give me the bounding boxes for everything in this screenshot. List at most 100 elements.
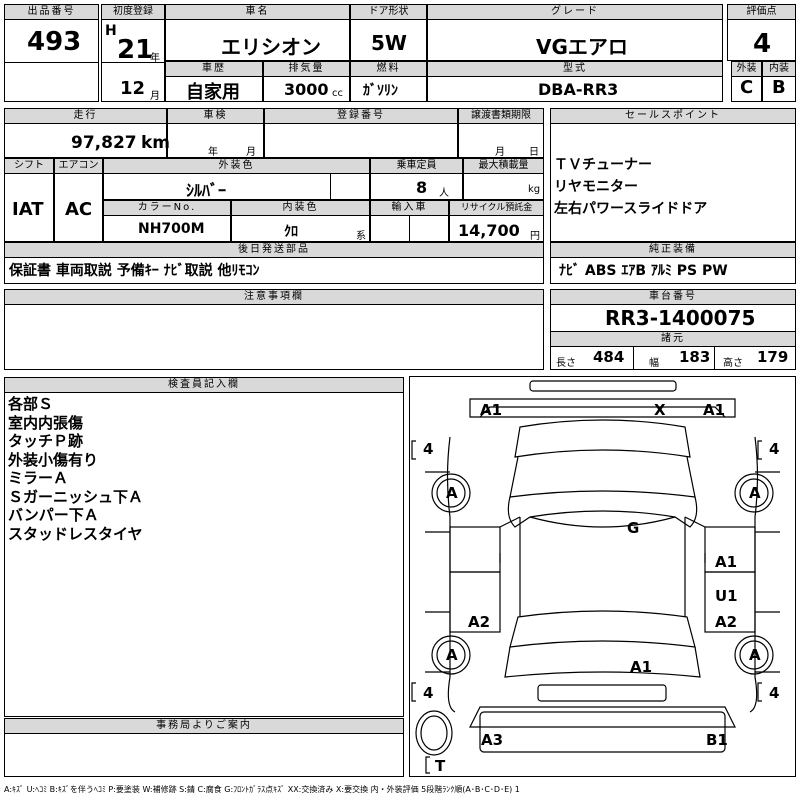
month-unit: 月 bbox=[150, 91, 160, 102]
shift: IAT bbox=[12, 199, 44, 220]
recycle-deposit: 14,700 bbox=[458, 221, 520, 240]
damage-mark: A2 bbox=[468, 613, 491, 631]
tire-tread-mark: 4 bbox=[769, 684, 780, 702]
load-cell: 最大積載量 kg bbox=[463, 158, 544, 200]
later-parts-cell: 後日発送部品 保証書 車両取説 予備ｷｰ ﾅﾋﾞ取説 他ﾘﾓｺﾝ bbox=[4, 242, 544, 284]
height-label: 高さ bbox=[723, 358, 743, 369]
load-unit: kg bbox=[528, 184, 541, 195]
transfer-month-unit: 月 bbox=[495, 147, 505, 158]
reg-year: 21 bbox=[117, 35, 154, 65]
inspector-line: タッチＰ跡 bbox=[8, 432, 84, 450]
damage-mark: A bbox=[749, 484, 761, 502]
damage-mark: A1 bbox=[703, 401, 726, 419]
inspector-line: バンパー下Ａ bbox=[8, 506, 99, 524]
length: 484 bbox=[593, 348, 625, 366]
lot-number-label: 出品番号 bbox=[5, 5, 98, 20]
inspection-cell: 車検 年 月 bbox=[167, 108, 264, 158]
height: 179 bbox=[757, 348, 789, 366]
mileage-unit: km bbox=[141, 133, 171, 153]
tire-tread-mark: 4 bbox=[423, 440, 434, 458]
inspector-line: Ｓガーニッシュ下Ａ bbox=[8, 487, 144, 506]
mileage-label: 走行 bbox=[5, 109, 166, 124]
damage-mark: A bbox=[749, 646, 761, 664]
inspector-line: 各部Ｓ bbox=[8, 395, 54, 413]
width: 183 bbox=[679, 348, 711, 366]
first-registration-label: 初度登録 bbox=[102, 5, 164, 20]
damage-mark: A bbox=[446, 484, 458, 502]
inspector-line: 外装小傷有り bbox=[8, 450, 99, 469]
reg-month: 12 bbox=[120, 78, 146, 99]
length-label: 長さ bbox=[556, 358, 576, 369]
displacement-cell: 排気量 3000 cc bbox=[263, 61, 350, 102]
damage-mark: A1 bbox=[715, 553, 738, 571]
score: 4 bbox=[753, 29, 772, 59]
reg-number-label: 登録番号 bbox=[265, 109, 457, 124]
inspection-month-unit: 月 bbox=[246, 147, 256, 158]
door-cell: ドア形状 5W bbox=[350, 4, 427, 61]
grade: VGエアロ bbox=[536, 35, 628, 59]
color-number-cell: カラーNo. NH700M bbox=[103, 200, 231, 242]
model-label: 型式 bbox=[428, 62, 722, 77]
body-color: ｼﾙﾊﾞｰ bbox=[186, 181, 227, 200]
sales-point: 左右パワースライドドア bbox=[554, 201, 708, 217]
displacement-unit: cc bbox=[332, 88, 343, 99]
score-cell: 評価点 4 bbox=[727, 4, 796, 61]
office-label: 事務局よりご案内 bbox=[5, 719, 403, 734]
tire-tread-mark: 4 bbox=[769, 440, 780, 458]
inspector-line: ミラーＡ bbox=[8, 469, 69, 487]
spare-tire-mark: T bbox=[435, 757, 446, 775]
car-diagram: A1 X A1 4 4 A A G A1 U1 A2 A2 A A A1 4 4… bbox=[409, 376, 796, 777]
inspector-line: スタッドレスタイヤ bbox=[8, 524, 143, 543]
reg-number-cell: 登録番号 bbox=[264, 108, 458, 158]
inspector-notes: 各部Ｓ 室内内張傷 タッチＰ跡 外装小傷有り ミラーＡ Ｓガーニッシュ下Ａ バン… bbox=[8, 395, 143, 543]
later-parts-label: 後日発送部品 bbox=[5, 243, 543, 258]
ac: AC bbox=[65, 199, 93, 220]
width-label: 幅 bbox=[649, 358, 659, 369]
inspection-year-unit: 年 bbox=[208, 147, 218, 158]
body-color-cell: 外装色 ｼﾙﾊﾞｰ bbox=[103, 158, 370, 200]
body-color-label: 外装色 bbox=[104, 159, 369, 174]
damage-mark: X bbox=[654, 401, 666, 419]
sales-points-label: セールスポイント bbox=[551, 109, 795, 124]
damage-mark: A3 bbox=[481, 731, 504, 749]
capacity-cell: 乗車定員 8 人 bbox=[370, 158, 463, 200]
door-label: ドア形状 bbox=[351, 5, 426, 20]
inspector-label: 検査員記入欄 bbox=[5, 378, 403, 393]
car-name-label: 車名 bbox=[166, 5, 349, 20]
later-parts: 保証書 車両取説 予備ｷｰ ﾅﾋﾞ取説 他ﾘﾓｺﾝ bbox=[9, 263, 260, 279]
history-cell: 車歴 自家用 bbox=[165, 61, 263, 103]
sales-points-cell: セールスポイント ＴＶチューナー リヤモニター 左右パワースライドドア bbox=[550, 108, 796, 242]
fuel-label: 燃料 bbox=[351, 62, 426, 77]
ac-label: エアコン bbox=[55, 159, 102, 174]
tire-tread-mark: 4 bbox=[423, 684, 434, 702]
inspector-cell: 検査員記入欄 各部Ｓ 室内内張傷 タッチＰ跡 外装小傷有り ミラーＡ Ｓガーニッ… bbox=[4, 377, 404, 717]
exterior-grade-cell: 外装 C bbox=[731, 61, 762, 102]
era: H bbox=[105, 23, 117, 39]
fuel: ｶﾞｿﾘﾝ bbox=[363, 83, 398, 99]
notes-label: 注意事項欄 bbox=[5, 290, 543, 305]
grade-label: グレード bbox=[428, 5, 722, 20]
shift-cell: シフト IAT bbox=[4, 158, 54, 242]
import-label: 輸入車 bbox=[371, 201, 448, 216]
inspection-label: 車検 bbox=[168, 109, 263, 124]
score-label: 評価点 bbox=[728, 5, 795, 20]
recycle-cell: リサイクル預託金 14,700 円 bbox=[449, 200, 544, 242]
interior-grade: B bbox=[772, 77, 786, 98]
interior-color: ｸﾛ bbox=[284, 224, 298, 240]
recycle-label: リサイクル預託金 bbox=[450, 201, 543, 216]
equipment-cell: 純正装備 ﾅﾋﾞ ABS ｴｱB ｱﾙﾐ PS PW bbox=[550, 242, 796, 284]
door-type: 5W bbox=[371, 31, 407, 55]
ac-cell: エアコン AC bbox=[54, 158, 103, 242]
damage-mark: B1 bbox=[706, 731, 728, 749]
grade-cell: グレード VGエアロ bbox=[427, 4, 723, 61]
import-cell: 輸入車 bbox=[370, 200, 449, 242]
fuel-cell: 燃料 ｶﾞｿﾘﾝ bbox=[350, 61, 427, 102]
legend: A:ｷｽﾞ U:ﾍｺﾐ B:ｷｽﾞを伴うﾍｺﾐ P:要塗装 W:補修跡 S:錆 … bbox=[4, 785, 520, 794]
car-outline bbox=[411, 380, 780, 774]
chassis-cell: 車台番号 RR3-1400075 諸元 長さ 484 幅 183 高さ 179 bbox=[550, 289, 796, 370]
displacement-label: 排気量 bbox=[264, 62, 349, 77]
lot-number-cell: 出品番号 493 bbox=[4, 4, 99, 102]
transfer-cell: 譲渡書類期限 月 日 bbox=[458, 108, 544, 158]
color-number: NH700M bbox=[138, 221, 205, 237]
sales-point: リヤモニター bbox=[554, 179, 638, 195]
